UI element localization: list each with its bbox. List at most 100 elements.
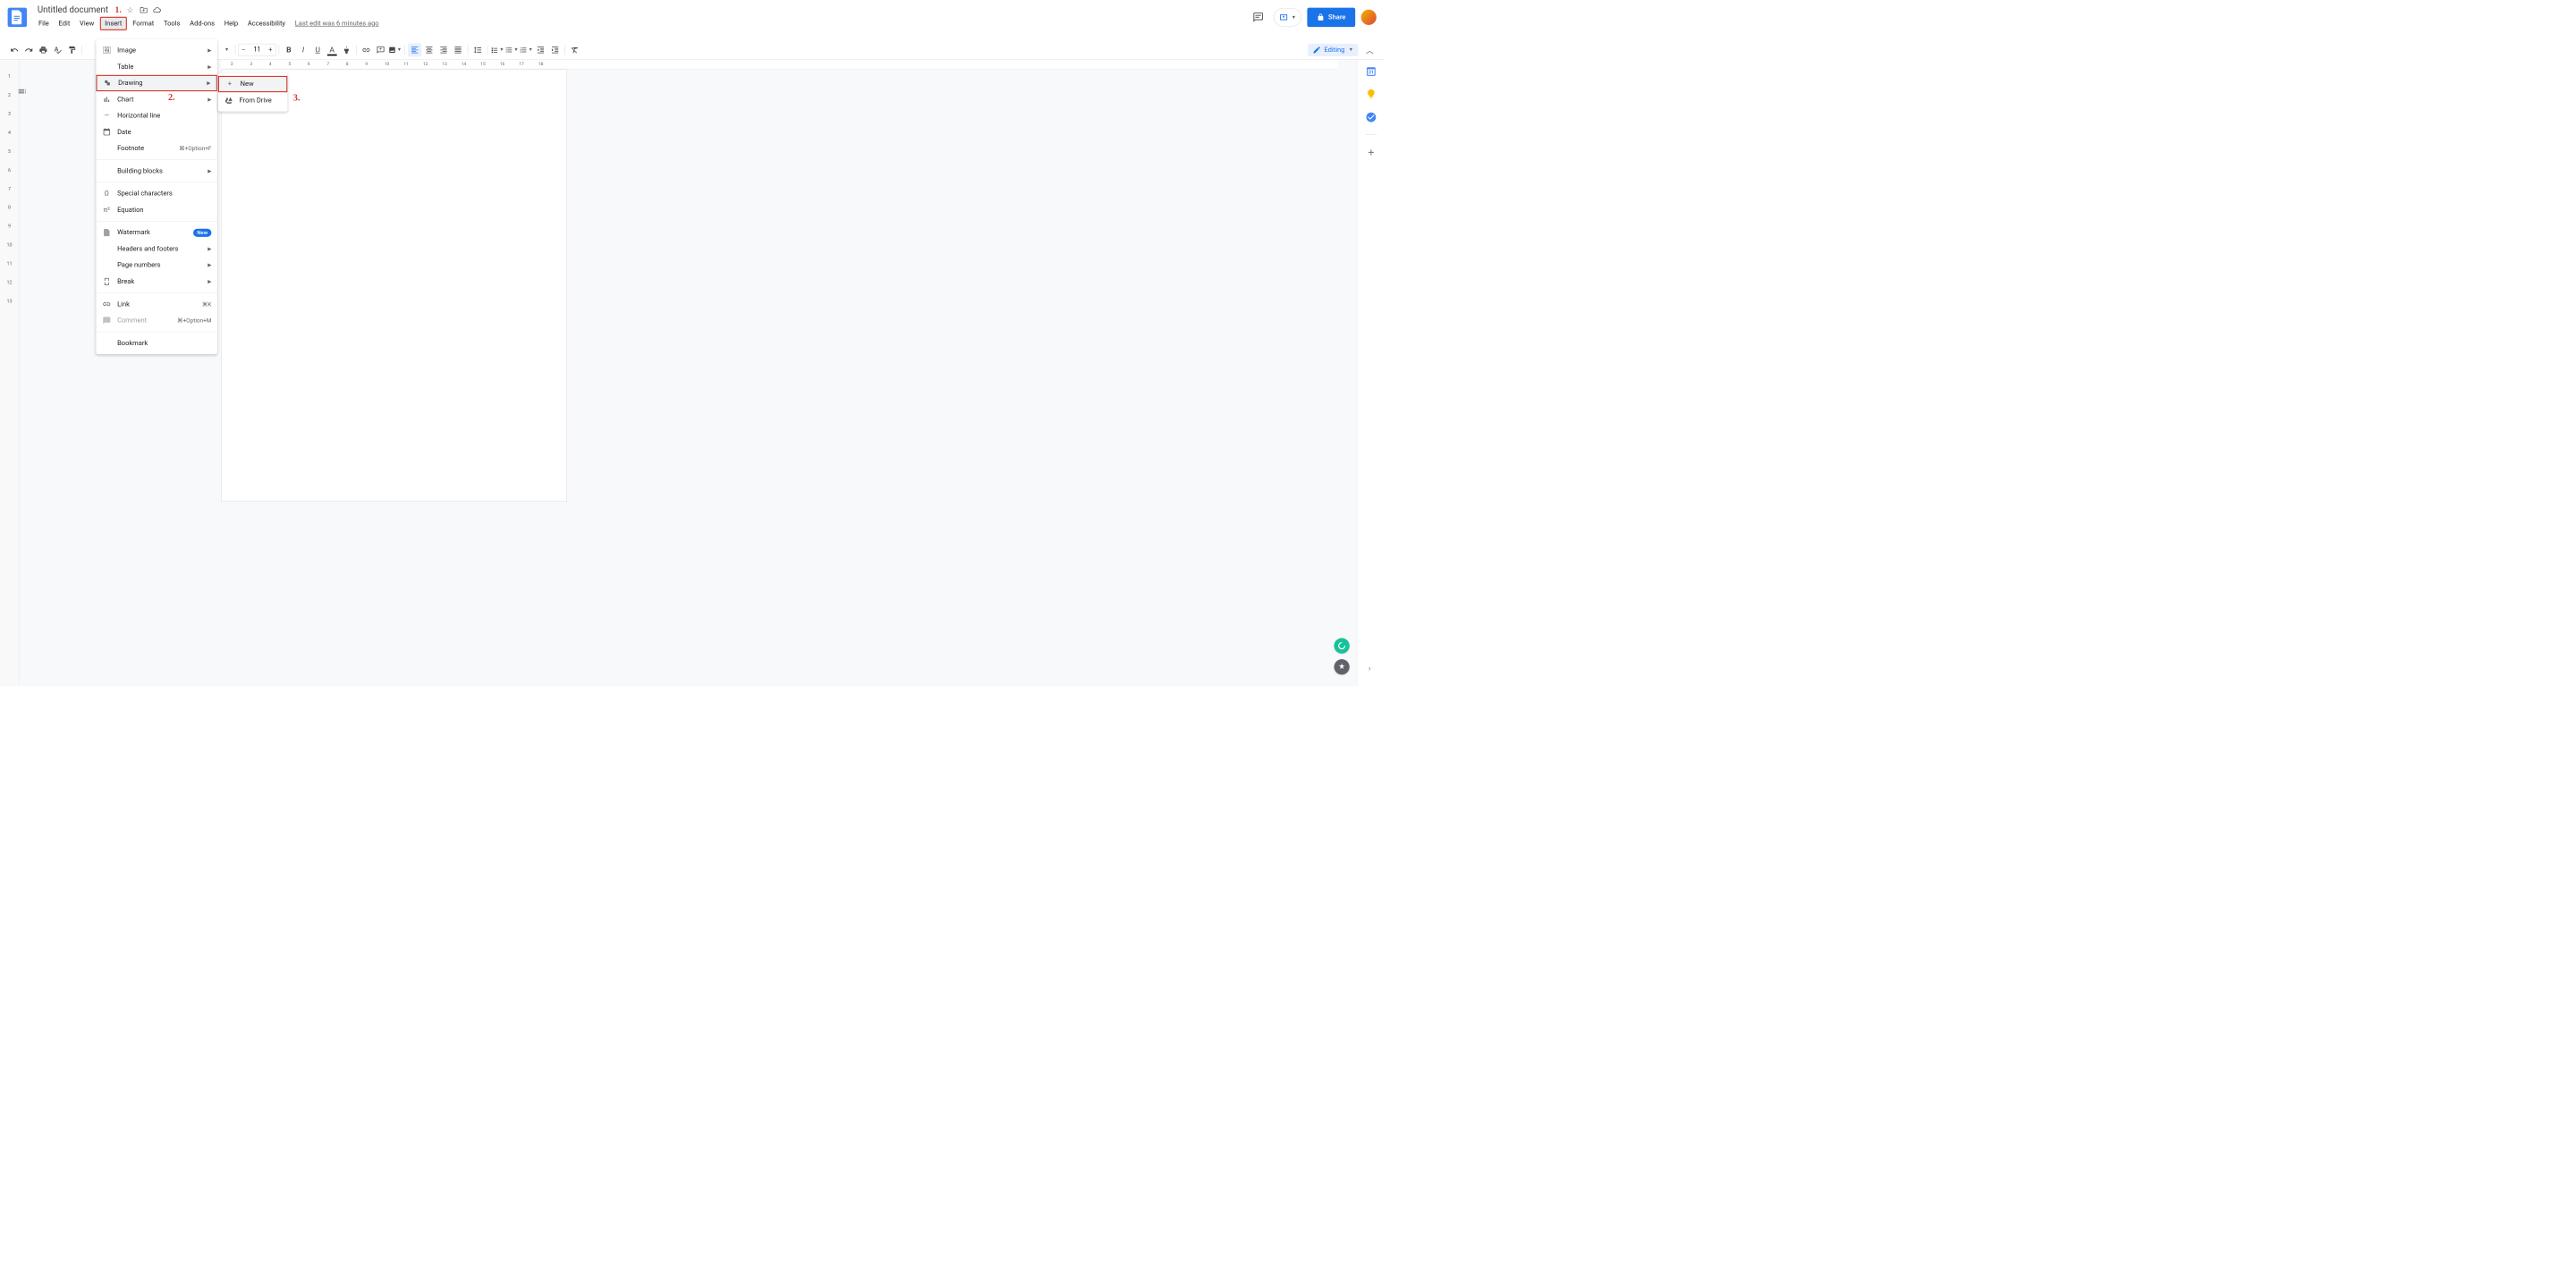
menu-file[interactable]: File [35,18,53,30]
menu-item-table[interactable]: Table ▶ [96,59,216,75]
menu-item-date[interactable]: Date [96,124,216,140]
align-center-button[interactable] [422,43,436,56]
menu-item-link[interactable]: Link ⌘K [96,296,216,312]
align-right-button[interactable] [436,43,450,56]
separator [356,45,357,55]
docs-logo[interactable] [8,8,27,27]
menu-item-chart[interactable]: Chart ▶ [96,91,216,107]
star-icon[interactable]: ☆ [125,5,135,15]
menu-item-horizontal-line[interactable]: — Horizontal line [96,107,216,123]
side-panel: 31 [1357,60,1384,687]
align-justify-button[interactable] [451,43,464,56]
header-right: ▼ Share [1249,8,1377,27]
bold-button[interactable]: B [282,43,295,56]
clear-formatting-button[interactable] [568,43,581,56]
menu-bar: File Edit View Insert Format Tools Add-o… [35,17,1249,30]
numbered-list-button[interactable]: ▼ [520,43,533,56]
divider [96,332,216,333]
document-area: 2 3 4 5 6 7 8 9 10 11 12 13 14 15 16 17 … [19,60,1357,687]
title-area: Untitled document 1. ☆ File Edit View In… [35,4,1249,30]
grammarly-button[interactable] [1335,638,1350,654]
menu-addons[interactable]: Add-ons [186,18,218,30]
tasks-app-icon[interactable] [1365,112,1377,123]
menu-item-drawing[interactable]: Drawing ▶ [96,75,216,91]
menu-item-comment: Comment ⌘+Option+M [96,312,216,328]
menu-item-page-numbers[interactable]: Page numbers ▶ [96,257,216,273]
submenu-item-new[interactable]: + New [218,76,287,92]
menu-view[interactable]: View [76,18,98,30]
image-icon: 🖼 [102,47,112,55]
avatar[interactable] [1361,10,1377,25]
cloud-icon[interactable] [152,5,162,15]
pencil-icon [1313,46,1322,55]
align-left-button[interactable] [408,43,421,56]
font-select[interactable]: ▼ [221,47,233,53]
highlight-button[interactable] [340,43,353,56]
menu-insert[interactable]: Insert [100,17,127,30]
print-button[interactable] [37,43,50,56]
submenu-item-from-drive[interactable]: From Drive [218,92,287,108]
outline-button[interactable] [13,82,30,99]
last-edit-link[interactable]: Last edit was 6 minutes ago [295,20,379,28]
line-spacing-button[interactable] [471,43,485,56]
checklist-button[interactable]: ▼ [491,43,504,56]
menu-accessibility[interactable]: Accessibility [244,18,290,30]
menu-item-break[interactable]: Break ▶ [96,274,216,290]
drive-icon [224,96,233,105]
undo-button[interactable] [8,43,21,56]
chevron-down-icon: ▼ [1349,47,1353,53]
editing-mode-button[interactable]: Editing ▼ [1308,44,1358,56]
calendar-app-icon[interactable]: 31 [1365,65,1377,77]
menu-item-footnote[interactable]: Footnote ⌘+Option+F [96,140,216,156]
add-app-button[interactable] [1365,147,1377,158]
present-button[interactable]: ▼ [1274,8,1301,26]
divider [96,182,216,183]
menu-format[interactable]: Format [129,18,158,30]
menu-item-special-characters[interactable]: Ω Special characters [96,185,216,201]
redo-button[interactable] [22,43,36,56]
menu-item-image[interactable]: 🖼 Image ▶ [96,42,216,58]
menu-tools[interactable]: Tools [160,18,184,30]
comment-button[interactable]: + [374,43,387,56]
image-button[interactable]: ▼ [388,43,402,56]
break-icon [102,277,112,286]
menu-item-headers-footers[interactable]: Headers and footers ▶ [96,241,216,257]
font-size-value[interactable]: 11 [249,47,266,54]
svg-text:31: 31 [1368,71,1374,76]
menu-item-equation[interactable]: π² Equation [96,202,216,218]
collapse-toolbar-button[interactable]: ︿ [1363,43,1377,56]
expand-side-panel-button[interactable]: › [1363,661,1377,674]
underline-button[interactable]: U [311,43,325,56]
title-row: Untitled document 1. ☆ [35,4,1249,15]
comment-history-button[interactable] [1249,8,1267,27]
spellcheck-button[interactable] [51,43,64,56]
menu-item-bookmark[interactable]: Bookmark [96,334,216,351]
outdent-button[interactable] [534,43,547,56]
menu-help[interactable]: Help [220,18,242,30]
increase-font-button[interactable]: + [266,44,275,55]
document-page[interactable] [221,69,567,502]
decrease-font-button[interactable]: − [239,44,249,55]
explore-button[interactable] [1335,659,1350,674]
separator [564,45,565,55]
annotation-3: 3. [293,93,301,104]
indent-button[interactable] [548,43,562,56]
document-title[interactable]: Untitled document [35,4,112,15]
separator [468,45,469,55]
menu-edit[interactable]: Edit [55,18,73,30]
keep-app-icon[interactable] [1365,89,1377,100]
chevron-down-icon: ▼ [1292,14,1296,20]
menu-item-watermark[interactable]: Watermark New [96,224,216,241]
chevron-right-icon: ▶ [207,80,210,86]
italic-button[interactable]: I [296,43,309,56]
link-button[interactable] [360,43,373,56]
separator [81,45,82,55]
text-color-button[interactable]: A [326,43,339,56]
menu-item-building-blocks[interactable]: Building blocks ▶ [96,163,216,179]
move-icon[interactable] [139,5,148,15]
paint-format-button[interactable] [65,43,79,56]
share-button[interactable]: Share [1307,8,1355,27]
separator [487,45,488,55]
docs-icon [12,10,23,24]
bullet-list-button[interactable]: ▼ [505,43,519,56]
